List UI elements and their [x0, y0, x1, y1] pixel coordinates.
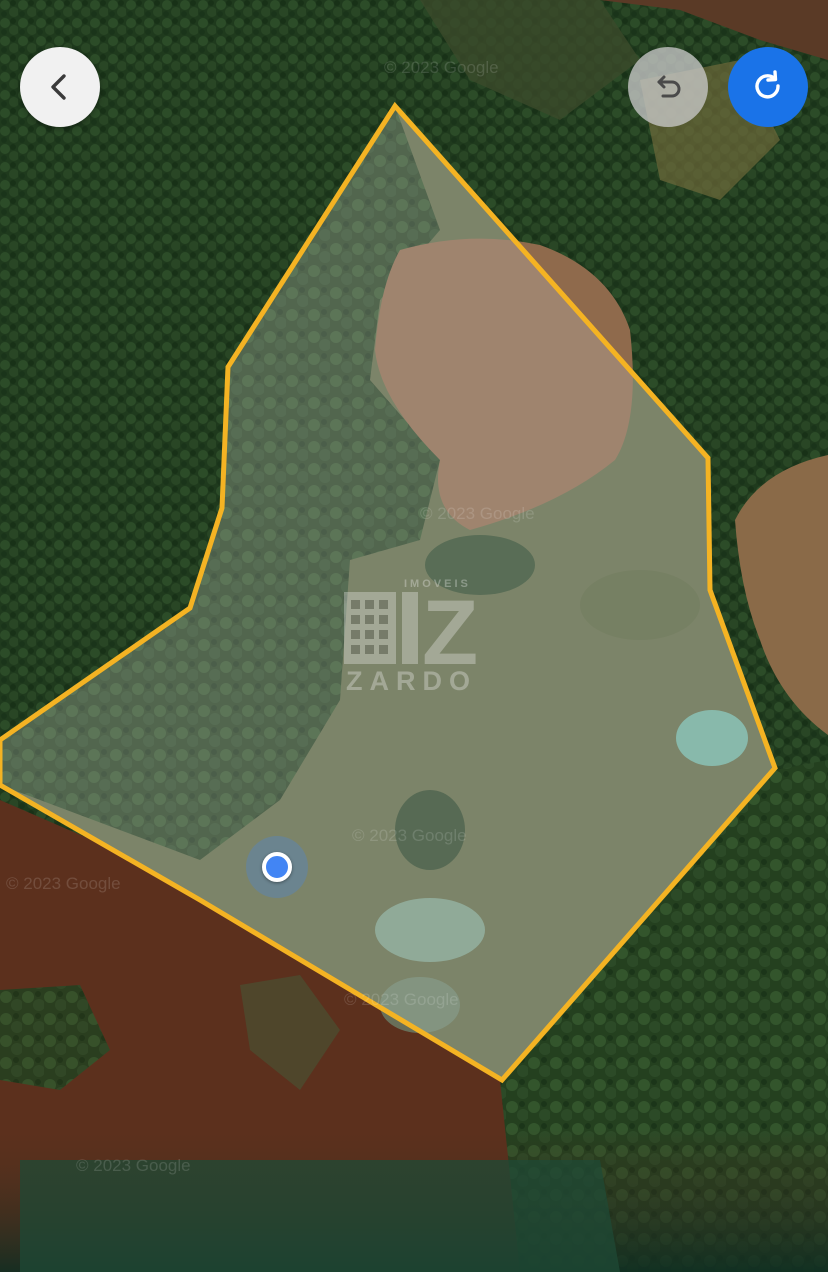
undo-icon — [657, 75, 681, 98]
undo-button[interactable] — [628, 47, 708, 127]
map-screen: © 2023 Google © 2023 Google © 2023 Googl… — [0, 0, 828, 1272]
chevron-left-icon — [51, 74, 66, 100]
satellite-map[interactable] — [0, 0, 828, 1272]
current-location-marker[interactable] — [246, 836, 308, 898]
redo-icon — [755, 70, 780, 99]
back-button[interactable] — [20, 47, 100, 127]
redo-button[interactable] — [728, 47, 808, 127]
location-dot-icon — [262, 852, 292, 882]
